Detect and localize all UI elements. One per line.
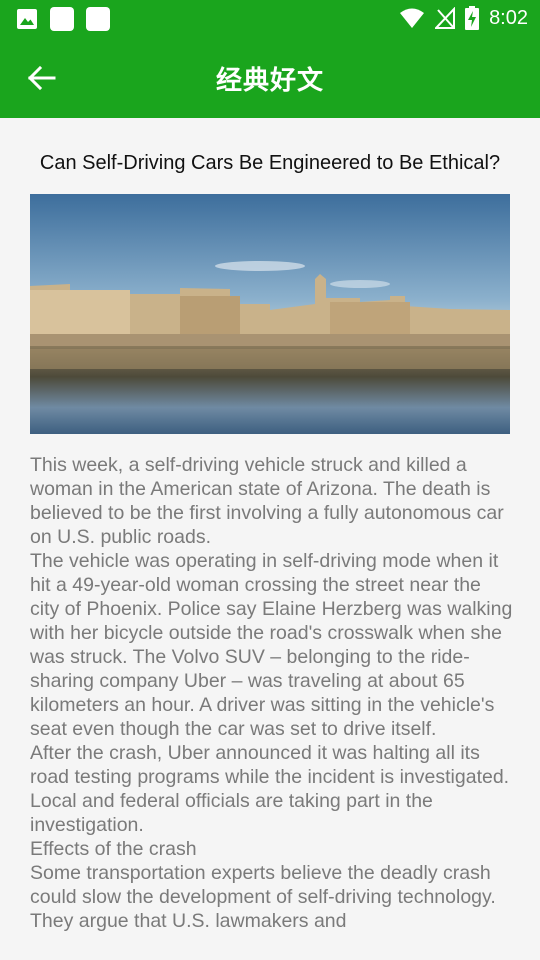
page-title: 经典好文 <box>215 66 324 96</box>
paragraph: The vehicle was operating in self-drivin… <box>30 550 513 740</box>
paragraph: Some transportation experts believe the … <box>30 862 496 932</box>
status-bar: 8:02 <box>0 0 540 38</box>
section-heading: Effects of the crash <box>30 838 197 860</box>
article-title: Can Self-Driving Cars Be Engineered to B… <box>39 152 501 174</box>
paragraph: This week, a self-driving vehicle struck… <box>30 454 504 548</box>
article-body: This week, a self-driving vehicle struck… <box>30 453 514 933</box>
article-image <box>30 194 510 434</box>
article-content[interactable]: Can Self-Driving Cars Be Engineered to B… <box>0 118 540 960</box>
notification-icon <box>86 7 110 31</box>
notification-icons <box>16 7 110 31</box>
notification-icon <box>50 7 74 31</box>
battery-charging-icon <box>465 6 480 30</box>
paragraph: After the crash, Uber announced it was h… <box>30 742 510 836</box>
no-signal-icon <box>435 7 456 29</box>
status-time: 8:02 <box>489 6 528 29</box>
wifi-icon <box>400 8 425 28</box>
gallery-icon <box>17 9 37 29</box>
app-bar: 经典好文 <box>0 38 540 118</box>
